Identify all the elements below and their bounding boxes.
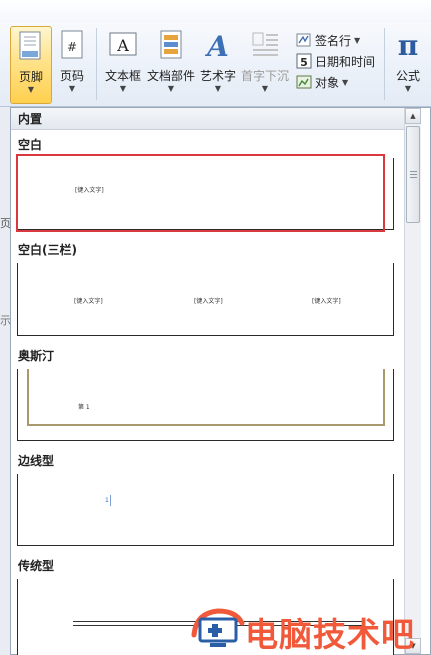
site-watermark: 电脑技术吧 [190,603,431,654]
austin-border-frame [27,369,385,426]
chevron-down-icon: ▼ [261,84,269,93]
scroll-up-button[interactable]: ▲ [405,108,421,124]
chevron-down-icon: ▼ [214,84,222,93]
footer-option-blank[interactable]: [键入文字] [17,158,394,230]
footer-option-austin[interactable]: 第 1 [17,369,394,441]
text-box-label: 文本框 [104,69,141,83]
page-number-label: 页码 [59,69,84,83]
page-number-marker: 1 [105,497,109,504]
date-time-button[interactable]: 5 日期和时间 [296,51,375,71]
page-number-button[interactable]: # 页码 ▼ [54,26,90,104]
scroll-thumb[interactable] [406,126,420,223]
quick-parts-button[interactable]: 文档部件 ▼ [146,26,196,104]
chevron-down-icon: ▼ [404,84,412,93]
object-button[interactable]: 对象 ▼ [296,72,348,92]
watermark-text: 电脑技术吧 [245,615,415,654]
quick-parts-icon [158,30,184,63]
computer-logo-icon [191,608,245,647]
equation-label: 公式 [395,69,420,83]
placeholder-text-center: [键入文字] [194,298,223,305]
footer-option-sideline[interactable]: 1 [17,474,394,546]
text-box-button[interactable]: A 文本框 ▼ [102,26,144,104]
text-box-icon: A [108,30,138,63]
chevron-down-icon: ▼ [27,85,35,94]
grip-line [410,171,417,172]
signature-icon [296,32,312,48]
section-title-sideline: 边线型 [18,454,55,468]
quick-parts-label: 文档部件 [146,69,195,83]
date-time-label: 日期和时间 [315,54,376,69]
wordart-label: 艺术字 [199,69,236,83]
chevron-down-icon: ▼ [68,84,76,93]
section-title-blank: 空白 [18,138,43,152]
object-icon [296,74,312,90]
chevron-down-icon: ▼ [119,84,127,93]
wordart-icon: A [203,30,233,63]
placeholder-text: [键入文字] [75,187,104,194]
placeholder-text-right: [键入文字] [312,298,341,305]
equation-button[interactable]: π 公式 ▼ [388,26,428,104]
document-edge: 页 示 [0,107,11,655]
gallery-scrollbar[interactable]: ▲ ▼ [404,108,421,654]
ribbon-separator [384,28,385,100]
wordart-glyph: A [204,30,229,60]
chevron-down-icon: ▼ [354,35,361,45]
section-title-austin: 奥斯汀 [18,349,55,363]
section-title-traditional: 传统型 [18,559,55,573]
drop-cap-icon [250,30,280,63]
calendar-icon: 5 [296,53,312,69]
footer-gallery: 内置 空白 [键入文字] 空白(三栏) [键入文字] [键入文字] [键入文字]… [10,107,431,655]
chevron-down-icon: ▼ [342,77,349,87]
object-label: 对象 [315,75,340,90]
grip-line [410,177,417,178]
gallery-header: 内置 [11,108,404,130]
footer-button[interactable]: 页脚 ▼ [10,26,52,104]
pi-glyph: π [398,30,419,60]
footer-label: 页脚 [18,70,43,84]
calendar-glyph: 5 [300,56,308,69]
drop-cap-label: 首字下沉 [240,69,289,83]
footer-option-blank-three-columns[interactable]: [键入文字] [键入文字] [键入文字] [17,263,394,336]
page-number-glyph: # [67,40,77,54]
ribbon-separator [96,28,97,100]
insert-ribbon: 页脚 ▼ # 页码 ▼ A 文本框 ▼ 文档部件 ▼ A 艺术字 ▼ 首字下沉 … [0,0,431,107]
drop-cap-button[interactable]: 首字下沉 ▼ [240,26,290,104]
signature-label: 签名行 [315,33,352,48]
signature-line-button[interactable]: 签名行 ▼ [296,30,360,50]
footer-icon [19,31,43,64]
grip-line [410,174,417,175]
sideline-bar [110,495,111,506]
pi-icon: π [393,29,423,63]
page-number-icon: # [60,30,84,63]
text-box-glyph: A [116,36,129,55]
wordart-button[interactable]: A 艺术字 ▼ [198,26,238,104]
section-title-blank-three-columns: 空白(三栏) [18,243,77,257]
placeholder-text-left: [键入文字] [74,298,103,305]
page-number-marker: 第 1 [78,404,90,411]
chevron-down-icon: ▼ [167,84,175,93]
ribbon-title-strip [0,0,431,22]
